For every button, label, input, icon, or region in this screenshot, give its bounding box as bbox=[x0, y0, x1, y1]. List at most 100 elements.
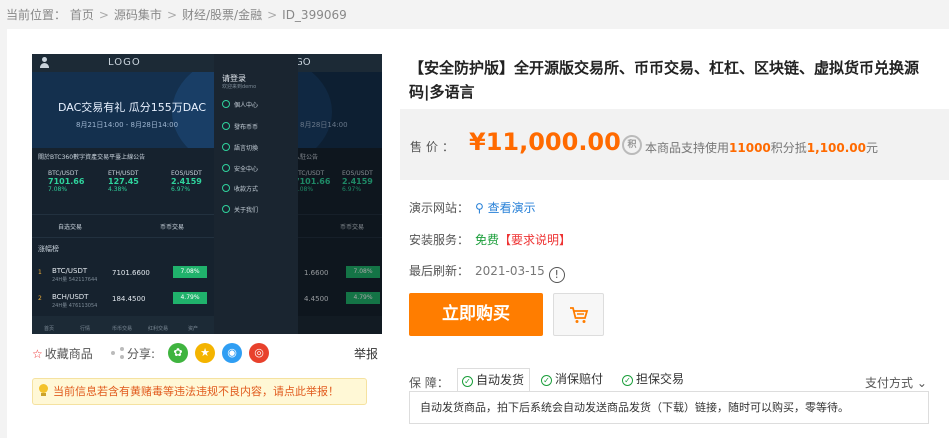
tag-consumer-protection[interactable]: ✓ 消保赔付 bbox=[537, 368, 608, 392]
mock-ticker-change: 4.38% bbox=[108, 186, 128, 193]
points-icon: 积 bbox=[622, 135, 642, 155]
points-text: 积分抵 bbox=[770, 141, 807, 155]
mock-rank-volume: 24H量 476113054 bbox=[52, 303, 98, 309]
mock-rank-num: 2 bbox=[38, 295, 42, 302]
mock-drawer-subtitle: 欢迎来到demo bbox=[222, 84, 257, 90]
search-icon: ⚲ bbox=[475, 201, 488, 215]
mock-ticker-price: 127.45 bbox=[108, 177, 139, 186]
refresh-label: 最后刷新： bbox=[409, 264, 470, 278]
mock-ticker: ETH/USDT 127.45 4.38% bbox=[108, 170, 139, 194]
tag-label: 消保赔付 bbox=[555, 372, 604, 386]
mock-ticker: BTC/USDT 7101.66 7.08% bbox=[48, 170, 84, 194]
wechat-share-icon[interactable]: ✿ bbox=[168, 343, 188, 363]
share-icon bbox=[111, 347, 125, 359]
mock-rank-price: 7101.6600 bbox=[112, 269, 150, 277]
breadcrumb-source-market[interactable]: 源码集市 bbox=[114, 8, 162, 22]
price-value: ¥11,000.00 bbox=[469, 128, 621, 156]
mock-banner-title: DAC交易有礼 瓜分155万DAC bbox=[58, 101, 207, 114]
mock-bottom-tab: 币币交易 bbox=[112, 326, 133, 332]
breadcrumb-separator: > bbox=[166, 8, 177, 22]
mock-ticker-price: 2.4159 bbox=[171, 177, 202, 186]
breadcrumb-prefix: 当前位置： bbox=[6, 8, 67, 22]
favorites-share-icon[interactable]: ★ bbox=[195, 343, 215, 363]
info-icon[interactable]: ! bbox=[548, 267, 565, 283]
demo-row: 演示网站： ⚲ 查看演示 bbox=[409, 199, 536, 216]
mock-tab-spot: 币币交易 bbox=[160, 224, 185, 231]
mock-notice: 關於BTC360數字資產交易平臺上線公告 bbox=[38, 154, 146, 161]
mock-rank-num: 1 bbox=[38, 269, 42, 276]
mock-drawer-item: 發布币币 bbox=[222, 122, 258, 131]
price-box: 售价： ¥11,000.00 积 本商品支持使用11000积分抵1,100.00… bbox=[400, 109, 949, 180]
install-value: 免费 bbox=[475, 233, 500, 247]
check-circle-icon: ✓ bbox=[462, 376, 473, 387]
points-value: 1,100.00 bbox=[806, 141, 866, 155]
report-link[interactable]: 举报 bbox=[354, 345, 378, 362]
mock-ticker-change: 7.08% bbox=[48, 186, 68, 193]
install-label: 安装服务： bbox=[409, 233, 470, 247]
tag-label: 自动发货 bbox=[476, 373, 525, 387]
cart-icon bbox=[570, 307, 589, 323]
payment-method-label: 支付方式 bbox=[865, 376, 914, 390]
breadcrumb-id: ID_399069 bbox=[282, 8, 347, 22]
report-warning[interactable]: 当前信息若含有黄赌毒等违法违规不良内容，请点此举报！ bbox=[32, 378, 367, 405]
chevron-down-icon: ⌄ bbox=[913, 376, 927, 390]
share-label: 分享: bbox=[127, 347, 156, 361]
favorite-button[interactable]: ☆ 收藏商品 bbox=[32, 345, 93, 362]
mock-bottom-tab: 首页 bbox=[44, 326, 55, 332]
mock-ticker-pair: ETH/USDT bbox=[108, 170, 139, 177]
mock-rank-pair: BCH/USDT bbox=[52, 293, 89, 301]
points-info: 本商品支持使用11000积分抵1,100.00元 bbox=[645, 139, 878, 156]
breadcrumb-home[interactable]: 首页 bbox=[70, 8, 94, 22]
check-circle-icon: ✓ bbox=[622, 375, 633, 386]
mock-topbar: LOGO ← GO bbox=[32, 54, 382, 72]
mock-drawer-item: 安全中心 bbox=[222, 164, 258, 173]
refresh-date: 2021-03-15 bbox=[475, 264, 545, 278]
report-warning-text: 当前信息若含有黄赌毒等违法违规不良内容，请点此举报！ bbox=[53, 385, 339, 398]
mock-rank-title: 涨幅榜 bbox=[38, 245, 59, 253]
install-row: 安装服务： 免费【要求说明】 bbox=[409, 231, 571, 248]
mock-ticker: EOS/USDT 2.4159 6.97% bbox=[171, 170, 202, 194]
mock-tab-watchlist: 自选交易 bbox=[58, 224, 83, 231]
refresh-row: 最后刷新： 2021-03-15! bbox=[409, 262, 565, 283]
points-amount: 11000 bbox=[729, 141, 771, 155]
mock-overlay bbox=[298, 72, 382, 334]
breadcrumb-separator: > bbox=[98, 8, 109, 22]
mock-rank-change: 4.79% bbox=[173, 292, 207, 304]
tag-escrow[interactable]: ✓ 担保交易 bbox=[618, 368, 689, 392]
check-circle-icon: ✓ bbox=[541, 375, 552, 386]
install-requirements-link[interactable]: 【要求说明】 bbox=[499, 233, 571, 247]
weibo-share-icon[interactable]: ◎ bbox=[249, 343, 269, 363]
favorite-label: 收藏商品 bbox=[44, 347, 93, 361]
tag-auto-delivery[interactable]: ✓ 自动发货 bbox=[457, 368, 531, 392]
breadcrumb-category[interactable]: 财经/股票/金融 bbox=[182, 8, 262, 22]
demo-link-text: 查看演示 bbox=[487, 201, 536, 215]
mock-rank-volume: 24H量 542117644 bbox=[52, 277, 98, 283]
buy-now-button[interactable]: 立即购买 bbox=[409, 293, 543, 336]
mock-drawer-item: 語言切換 bbox=[222, 143, 258, 152]
mock-drawer-item: 关于我们 bbox=[222, 205, 258, 214]
mock-drawer: 请登录 欢迎来到demo 個人中心 發布币币 語言切換 安全中心 收款方式 关于… bbox=[214, 54, 298, 334]
mock-drawer-item: 個人中心 bbox=[222, 100, 258, 109]
points-unit: 元 bbox=[866, 141, 879, 155]
demo-link[interactable]: ⚲ 查看演示 bbox=[475, 201, 536, 215]
product-title: 【安全防护版】全开源版交易所、币币交易、杠杠、区块链、虚拟货币兑换源码|多语言 bbox=[409, 59, 920, 101]
mock-ticker-change: 6.97% bbox=[171, 186, 191, 193]
mock-bottom-tab: 行情 bbox=[80, 326, 91, 332]
product-image[interactable]: LOGO ← GO DAC交易有礼 瓜分155万DAC 8月21日14:00 -… bbox=[32, 54, 382, 334]
qq-share-icon[interactable]: ◉ bbox=[222, 343, 242, 363]
payment-method-dropdown[interactable]: 支付方式 ⌄ bbox=[865, 374, 927, 391]
add-to-cart-button[interactable] bbox=[553, 293, 604, 336]
star-outline-icon: ☆ bbox=[32, 347, 43, 361]
breadcrumb: 当前位置： 首页 > 源码集市 > 财经/股票/金融 > ID_399069 bbox=[6, 6, 347, 23]
mock-ticker-pair: EOS/USDT bbox=[171, 170, 202, 177]
user-icon bbox=[40, 57, 49, 68]
lightbulb-icon bbox=[38, 384, 49, 398]
mock-bottom-tab: 红利交易 bbox=[148, 326, 169, 332]
mock-rank-change: 7.08% bbox=[173, 266, 207, 278]
price-label: 售价： bbox=[410, 140, 459, 154]
product-card: LOGO ← GO DAC交易有礼 瓜分155万DAC 8月21日14:00 -… bbox=[7, 29, 949, 438]
mock-ticker-pair: BTC/USDT bbox=[48, 170, 79, 177]
guarantee-description: 自动发货商品，拍下后系统会自动发送商品发货（下载）链接，随时可以购买，零等待。 bbox=[409, 391, 929, 424]
mock-ticker-price: 7101.66 bbox=[48, 177, 85, 186]
mock-rank-pair: BTC/USDT bbox=[52, 267, 88, 275]
